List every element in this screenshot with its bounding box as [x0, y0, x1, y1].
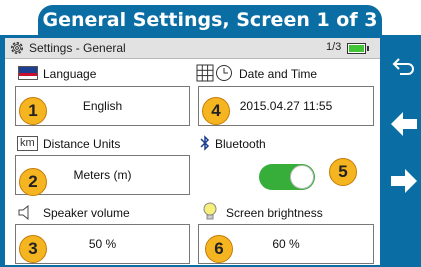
page-indicator: 1/3: [326, 41, 342, 53]
back-button[interactable]: [384, 46, 421, 86]
settings-screen: Settings - General 1/3 Language English …: [5, 38, 380, 265]
battery-icon: [347, 43, 369, 54]
callout-6: 6: [205, 235, 233, 263]
callout-3: 3: [19, 235, 47, 263]
previous-button[interactable]: [384, 104, 421, 144]
distance-units-label: Distance Units: [43, 137, 121, 151]
title-bar: Settings - General 1/3: [5, 38, 380, 59]
gear-icon: [11, 42, 23, 54]
bluetooth-icon: [200, 135, 210, 151]
bluetooth-toggle[interactable]: [259, 164, 315, 190]
arrow-right-icon: [391, 169, 417, 193]
language-value: English: [82, 99, 123, 113]
bluetooth-label: Bluetooth: [215, 137, 266, 151]
screen-brightness-unit: %: [289, 237, 300, 251]
distance-units-value: Meters (m): [73, 168, 132, 182]
arrow-left-icon: [391, 112, 417, 136]
back-icon: [392, 58, 414, 75]
callout-2: 2: [19, 168, 47, 196]
screen-brightness-value: 60: [272, 237, 286, 251]
screen-title: Settings - General: [29, 41, 126, 55]
screen-brightness-label: Screen brightness: [226, 206, 323, 220]
date-time-label: Date and Time: [239, 67, 318, 81]
date-time-value: 2015.04.27 11:55: [239, 99, 333, 113]
callout-1: 1: [19, 97, 47, 125]
speaker-volume-label: Speaker volume: [43, 206, 130, 220]
calendar-clock-icon: [196, 64, 232, 82]
callout-5: 5: [329, 158, 357, 186]
speaker-volume-unit: %: [105, 237, 117, 251]
speaker-volume-value: 50: [88, 237, 103, 251]
screen-title-banner: General Settings, Screen 1 of 3: [38, 5, 382, 35]
callout-4: 4: [202, 97, 230, 125]
lightbulb-icon: [203, 202, 217, 220]
language-label: Language: [43, 67, 97, 81]
flag-icon: [18, 66, 38, 80]
km-icon: km: [17, 136, 38, 151]
next-button[interactable]: [384, 161, 421, 201]
speaker-icon: [18, 205, 29, 220]
toggle-knob: [290, 165, 314, 189]
